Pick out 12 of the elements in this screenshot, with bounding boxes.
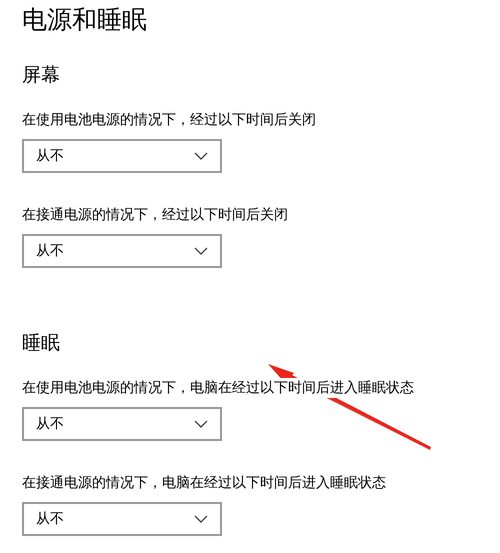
chevron-down-icon xyxy=(194,247,208,255)
chevron-down-icon xyxy=(194,152,208,160)
setting-label: 在使用电池电源的情况下，电脑在经过以下时间后进入睡眠状态 xyxy=(22,378,414,398)
section-heading: 睡眠 xyxy=(22,331,60,356)
chevron-down-icon xyxy=(194,515,208,523)
dropdown[interactable]: 从不 xyxy=(22,234,222,268)
dropdown[interactable]: 从不 xyxy=(22,139,222,173)
dropdown[interactable]: 从不 xyxy=(22,407,222,441)
page-title: 电源和睡眠 xyxy=(22,4,147,36)
section-heading: 屏幕 xyxy=(22,63,60,88)
chevron-down-icon xyxy=(194,420,208,428)
dropdown[interactable]: 从不 xyxy=(22,502,222,536)
